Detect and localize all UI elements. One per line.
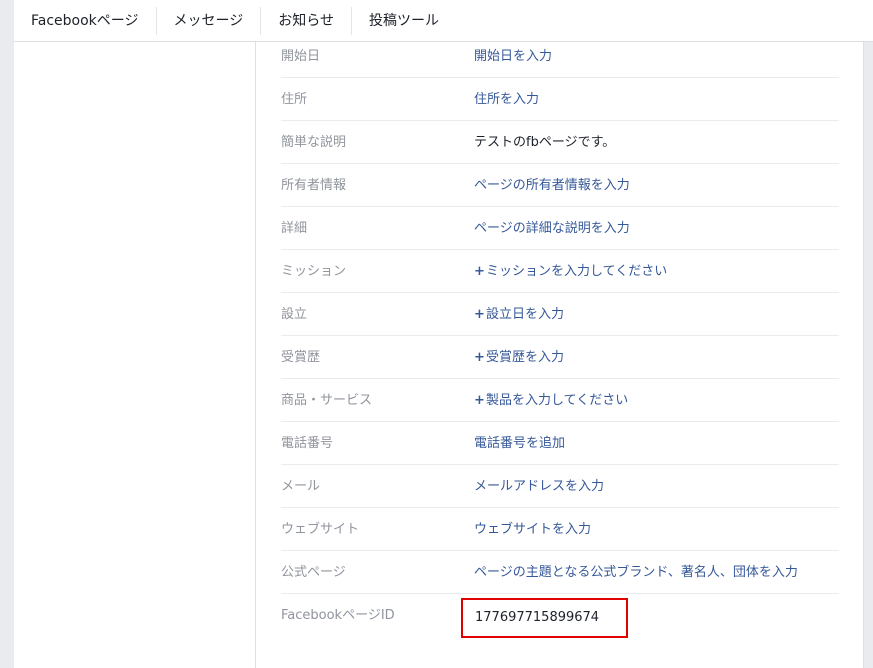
row-label: メール bbox=[281, 479, 321, 494]
founded-link[interactable]: +設立日を入力 bbox=[474, 293, 564, 336]
tab-notifications[interactable]: お知らせ bbox=[261, 6, 352, 35]
row-label: 設立 bbox=[281, 307, 308, 322]
page-info-panel: 開始日 開始日を入力 住所 住所を入力 簡単な説明 テストのfbページです。 所… bbox=[14, 42, 864, 668]
row-label: 開始日 bbox=[281, 49, 321, 64]
awards-link-label: 受賞歴を入力 bbox=[486, 350, 565, 365]
mission-link[interactable]: +ミッションを入力してください bbox=[474, 250, 667, 293]
row-label: 住所 bbox=[281, 92, 308, 107]
products-link-label: 製品を入力してください bbox=[486, 393, 629, 408]
left-column bbox=[14, 42, 256, 668]
info-row-email: メール メールアドレスを入力 bbox=[281, 465, 839, 508]
info-row-products: 商品・サービス +製品を入力してください bbox=[281, 379, 839, 422]
short-description-value[interactable]: テストのfbページです。 bbox=[474, 121, 615, 164]
info-row-address: 住所 住所を入力 bbox=[281, 78, 839, 121]
row-label: 電話番号 bbox=[281, 436, 334, 451]
info-row-owner-info: 所有者情報 ページの所有者情報を入力 bbox=[281, 164, 839, 207]
page-id-value: 177697715899674 bbox=[461, 598, 628, 638]
mission-link-label: ミッションを入力してください bbox=[486, 264, 668, 279]
info-row-website: ウェブサイト ウェブサイトを入力 bbox=[281, 508, 839, 551]
products-link[interactable]: +製品を入力してください bbox=[474, 379, 628, 422]
owner-info-link[interactable]: ページの所有者情報を入力 bbox=[474, 164, 630, 207]
website-link[interactable]: ウェブサイトを入力 bbox=[474, 508, 591, 551]
info-row-founded: 設立 +設立日を入力 bbox=[281, 293, 839, 336]
row-label: ミッション bbox=[281, 264, 347, 279]
tab-messages[interactable]: メッセージ bbox=[157, 6, 262, 35]
row-label: 商品・サービス bbox=[281, 393, 373, 408]
info-row-page-id: FacebookページID 177697715899674 bbox=[281, 594, 839, 638]
start-date-link[interactable]: 開始日を入力 bbox=[474, 35, 552, 78]
plus-icon: + bbox=[474, 264, 485, 279]
plus-icon: + bbox=[474, 393, 485, 408]
row-label: ウェブサイト bbox=[281, 522, 360, 537]
details-link[interactable]: ページの詳細な説明を入力 bbox=[474, 207, 630, 250]
info-row-short-description: 簡単な説明 テストのfbページです。 bbox=[281, 121, 839, 164]
info-row-phone: 電話番号 電話番号を追加 bbox=[281, 422, 839, 465]
row-label: 公式ページ bbox=[281, 565, 346, 580]
official-page-link[interactable]: ページの主題となる公式ブランド、著名人、団体を入力 bbox=[474, 551, 798, 594]
plus-icon: + bbox=[474, 307, 485, 322]
info-row-mission: ミッション +ミッションを入力してください bbox=[281, 250, 839, 293]
founded-link-label: 設立日を入力 bbox=[486, 307, 565, 322]
row-label: 受賞歴 bbox=[281, 350, 321, 365]
row-label: 所有者情報 bbox=[281, 178, 347, 193]
tab-publishing-tools[interactable]: 投稿ツール bbox=[352, 7, 456, 35]
row-label: FacebookページID bbox=[281, 608, 395, 623]
info-row-details: 詳細 ページの詳細な説明を入力 bbox=[281, 207, 839, 250]
address-link[interactable]: 住所を入力 bbox=[474, 78, 539, 121]
info-row-official-page: 公式ページ ページの主題となる公式ブランド、著名人、団体を入力 bbox=[281, 551, 839, 594]
plus-icon: + bbox=[474, 350, 485, 365]
phone-link[interactable]: 電話番号を追加 bbox=[474, 422, 565, 465]
info-row-start-date: 開始日 開始日を入力 bbox=[281, 35, 839, 78]
page-info-list: 開始日 開始日を入力 住所 住所を入力 簡単な説明 テストのfbページです。 所… bbox=[281, 35, 839, 638]
row-label: 詳細 bbox=[281, 221, 308, 236]
email-link[interactable]: メールアドレスを入力 bbox=[474, 465, 604, 508]
info-row-awards: 受賞歴 +受賞歴を入力 bbox=[281, 336, 839, 379]
awards-link[interactable]: +受賞歴を入力 bbox=[474, 336, 564, 379]
tab-facebook-page[interactable]: Facebookページ bbox=[14, 6, 157, 35]
row-label: 簡単な説明 bbox=[281, 135, 347, 150]
